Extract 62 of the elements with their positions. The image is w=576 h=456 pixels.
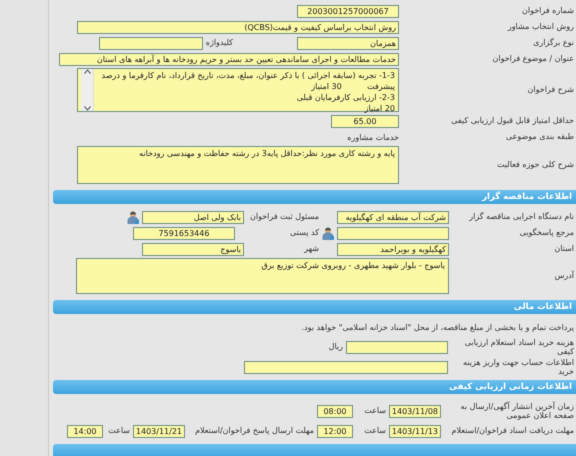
field-label: مهلت دریافت اسناد فراخوان/استعلام [450,426,575,436]
field-label: شهر [302,244,319,254]
field-label: زمان آخرین انتشار آگهی/ارسال به صفحه اعلان عمومی [460,402,575,420]
input-field[interactable]: خدمات مطالعات و اجرای ساماندهی تعیین حد بستر و حریم رودخانه ها و آبراهه های استان [59,52,399,66]
field-label: هزینه خرید اسناد استعلام ارزیابی کیفی [464,338,575,356]
field-label: شرح فراخوان [526,85,575,95]
field-label: مسئول ثبت فراخوان [249,212,319,222]
input-field[interactable]: 1403/11/13 [389,424,441,438]
input-field[interactable]: 1403/11/21 [133,424,185,438]
field-label: حداقل امتیاز قابل قبول ارزیابی کیفی [450,116,575,126]
field-label: کلیدواژه [206,38,233,48]
input-field[interactable]: کهگیلویه و بویراحمد [337,242,449,256]
input-field[interactable]: همزمان [297,36,399,50]
section-header: اطلاعات مناقصه گزار [53,190,576,204]
text-line: یاسوج - بلوار شهید مطهری - روبروی شرکت توزیع برق [262,260,445,272]
field-label: طبقه بندی موضوعی [504,132,575,142]
field-label: مهلت ارسال پاسخ فراخوان/استعلام [194,426,314,436]
input-field[interactable]: یاسوج [142,242,244,256]
field-label: نام دستگاه اجرایی مناقصه گزار [468,212,575,222]
field-label: نوع برگزاری [532,38,575,48]
text-line: پایه و رشته کاری مورد نظر:حداقل پایه3 در رشته حفاظت و مهندسی رودخانه [139,148,395,160]
field-label: شماره فراخوان [521,6,575,16]
field-label: استان [553,244,575,254]
text-line: 1-3- تجربه (سابقه اجرائی ) با ذکر عنوان، مبلغ، مدت، تاریخ قرارداد، نام کارفرما و درصد [100,70,395,81]
field-label: ساعت [363,426,386,436]
section-header: اطلاعات زمانی ارزیابی کیفی [53,380,576,394]
field-label: ساعت [107,426,130,436]
person-icon[interactable] [127,210,139,224]
field-label: ریال [328,342,343,352]
text-line: 2-3- ارزیابی کارفرمایان قبلی [296,92,395,103]
section-header: اطلاعات مالی [53,300,576,314]
input-field[interactable] [337,226,449,240]
text-line: 20 امتیاز [363,103,395,114]
input-field[interactable]: شرکت آب منطقه ای کهگیلویه [337,210,449,224]
field-label: شرح کلی حوزه فعالیت [496,160,575,170]
input-field[interactable]: 7591653446 [133,226,235,240]
input-field[interactable]: روش انتخاب براساس کیفیت و قیمت(QCBS) [77,20,399,34]
input-field[interactable]: 1403/11/08 [389,404,441,418]
field-label: عنوان / موضوع فراخوان [492,54,575,64]
input-field[interactable]: 12:00 [317,424,353,438]
input-field[interactable] [244,360,448,374]
input-field[interactable] [98,36,203,50]
field-label: آدرس [554,271,576,281]
field-label: روش انتخاب مشاور [506,22,575,32]
input-field[interactable]: 2003001257000067 [297,4,399,18]
category-text: خدمات مشاوره [347,132,399,142]
field-label: اطلاعات حساب جهت واریز هزینه خرید [462,358,575,376]
input-field[interactable]: 08:00 [317,404,353,418]
input-field[interactable]: 65.00 [331,114,399,128]
field-label: کد پستی [289,228,319,238]
input-field[interactable] [346,340,448,354]
input-field[interactable]: 14:00 [67,424,103,438]
person-icon[interactable] [322,226,334,240]
field-label: مرجع پاسخگویی [518,228,575,238]
text-area[interactable]: پایه و رشته کاری مورد نظر:حداقل پایه3 در رشته حفاظت و مهندسی رودخانه [77,146,399,184]
scrollbar[interactable] [81,69,94,111]
input-field[interactable]: بابک ولی اصل [142,210,244,224]
text-line: پیشرفت 30 امتیاز [310,81,395,92]
field-label: ساعت [363,406,386,416]
text-area[interactable]: 1-3- تجربه (سابقه اجرائی ) با ذکر عنوان، مبلغ، مدت، تاریخ قرارداد، نام کارفرما و درصد پیشرفت 30 امتیاز 2-3- ارزیابی کارفرمایان قبلی 20 امتیاز [77,68,399,112]
text-area[interactable]: یاسوج - بلوار شهید مطهری - روبروی شرکت توزیع برق [76,258,449,294]
payment-note: پرداخت تمام و یا بخشی از مبلغ مناقصه، از محل "اسناد خزانه اسلامی" خواهد بود. [302,322,575,332]
